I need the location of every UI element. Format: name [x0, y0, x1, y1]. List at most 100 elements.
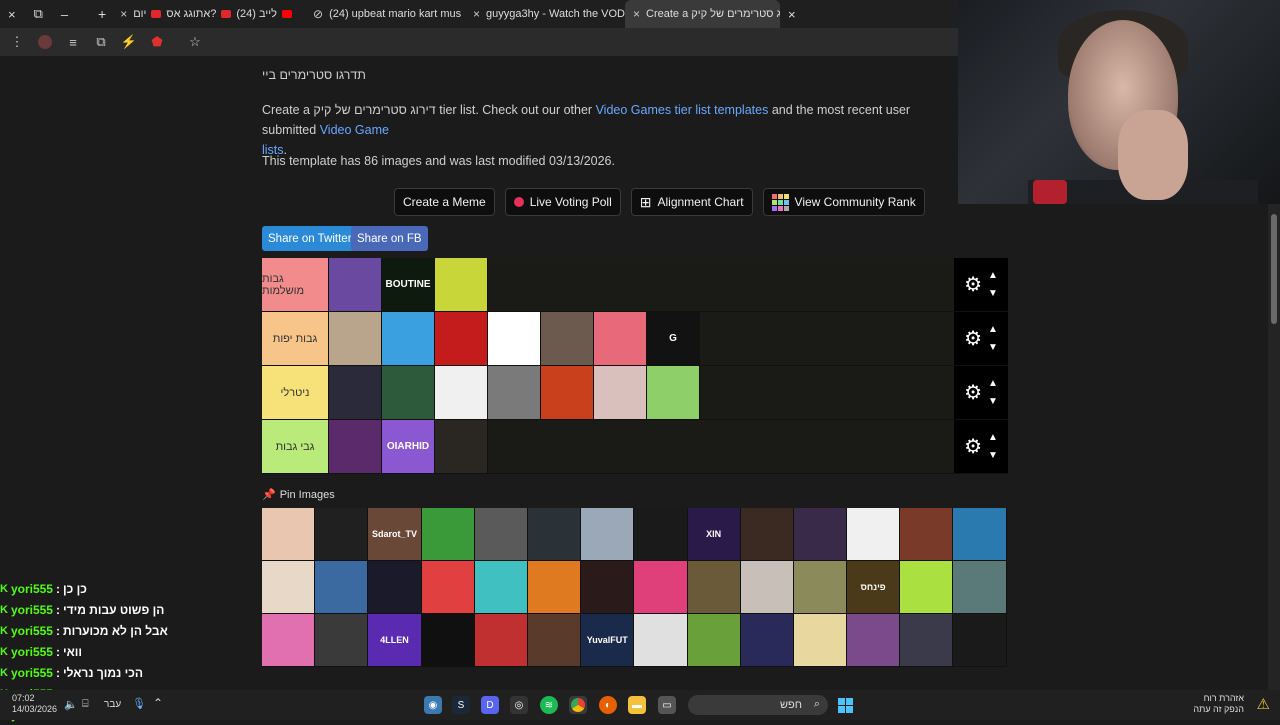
mic-icon[interactable]: 🎙 [132, 697, 146, 710]
tab-kick-vod[interactable]: × guyyga3hy - Watch the VOD on [465, 0, 625, 28]
tier-item-image[interactable] [594, 312, 647, 365]
pool-image[interactable]: Sdarot_TV [368, 508, 422, 561]
move-down-icon[interactable]: ▼ [988, 393, 998, 411]
chat-username[interactable]: yori555 [11, 624, 53, 638]
app-icon-circle[interactable]: ◎ [510, 696, 528, 714]
pool-image[interactable] [421, 508, 475, 561]
extension-icon[interactable]: ⚡ [121, 34, 137, 49]
file-explorer-icon[interactable]: ▬ [628, 696, 646, 714]
pool-image[interactable] [847, 614, 901, 667]
close-tab-icon[interactable]: ⊘ [313, 7, 323, 21]
move-up-icon[interactable]: ▲ [988, 429, 998, 447]
pool-image[interactable] [634, 508, 688, 561]
extensions-icon[interactable]: ⧉ [94, 34, 108, 49]
pool-image[interactable] [527, 561, 582, 614]
shield-icon[interactable]: ⬟ [150, 34, 164, 49]
pool-image[interactable] [740, 508, 794, 561]
tier-item-image[interactable] [594, 366, 647, 419]
chrome-icon[interactable] [569, 696, 587, 714]
tab-group[interactable]: + × יום אתוגג אס? (24) לייב [90, 0, 305, 28]
pool-image[interactable] [527, 508, 582, 561]
tier-item-image[interactable] [541, 312, 594, 365]
pin-images[interactable]: 📌 Pin Images [262, 488, 335, 502]
restore-icon[interactable]: ⧉ [34, 6, 43, 22]
pool-image[interactable]: XIN [687, 508, 741, 561]
tier-item-image[interactable] [435, 258, 488, 311]
pool-image[interactable] [634, 561, 688, 614]
tier-label[interactable]: גבות יפות [262, 312, 329, 365]
system-clock[interactable]: 07:02 14/03/2026 [12, 693, 57, 715]
pool-image[interactable] [474, 561, 528, 614]
pool-image[interactable] [474, 508, 528, 561]
spotify-icon[interactable]: ≋ [540, 696, 558, 714]
tier-item-image[interactable] [329, 312, 382, 365]
tier-item-image[interactable] [435, 312, 488, 365]
tab-tiermaker[interactable]: × Create a דירוג סטרימרים של קיק [625, 0, 780, 28]
pool-image[interactable] [581, 508, 635, 561]
menu-dots-icon[interactable]: ⋮ [10, 34, 24, 49]
pool-image[interactable] [740, 614, 794, 667]
pool-image[interactable] [474, 614, 528, 667]
page-scrollbar[interactable] [1268, 204, 1280, 690]
tier-item-image[interactable]: BOUTINE [382, 258, 435, 311]
pool-image[interactable] [953, 561, 1007, 614]
new-tab-icon[interactable]: + [98, 6, 106, 22]
pool-image[interactable] [900, 508, 954, 561]
alignment-chart-button[interactable]: ⊞ Alignment Chart [630, 188, 753, 216]
warning-icon[interactable]: ⚠ [1257, 695, 1270, 713]
tab-controls[interactable]: × ⧉ – [0, 0, 90, 28]
gear-icon[interactable]: ⚙ [964, 380, 982, 405]
pool-image[interactable] [315, 508, 369, 561]
move-down-icon[interactable]: ▼ [988, 339, 998, 357]
tier-item-image[interactable] [435, 366, 488, 419]
close-tab-icon[interactable]: × [473, 7, 480, 21]
move-up-icon[interactable]: ▲ [988, 321, 998, 339]
tier-item-image[interactable] [541, 366, 594, 419]
live-voting-poll-button[interactable]: Live Voting Poll [504, 188, 621, 216]
pool-image[interactable] [900, 614, 954, 667]
taskbar-search[interactable]: חפש ⌕ [688, 695, 828, 715]
tier-item-image[interactable] [382, 312, 435, 365]
pool-image[interactable] [315, 561, 369, 614]
tab-youtube[interactable]: ⊘ (24) upbeat mario kart mus [305, 0, 465, 28]
firefox-icon[interactable]: ◐ [599, 696, 617, 714]
tier-label[interactable]: גבי גבות [262, 420, 329, 473]
tier-item-image[interactable] [647, 366, 700, 419]
pool-image[interactable] [793, 614, 848, 667]
pool-image[interactable] [687, 614, 741, 667]
pool-image[interactable] [793, 561, 848, 614]
community-rank-button[interactable]: View Community Rank [762, 188, 925, 216]
profile-avatar[interactable] [38, 35, 52, 49]
network-icon[interactable]: ⌸ [82, 698, 89, 711]
chat-username[interactable]: yori555 [11, 645, 53, 659]
move-up-icon[interactable]: ▲ [988, 375, 998, 393]
tier-item-image[interactable] [435, 420, 488, 473]
pool-image[interactable]: פינחס [847, 561, 901, 614]
close-tab-icon[interactable]: × [633, 7, 640, 21]
pool-image[interactable] [368, 561, 422, 614]
chat-username[interactable]: yori555 [11, 603, 53, 617]
weather-notification[interactable]: אזהרת רוח הנפק זה עתה [1193, 693, 1244, 715]
app-icon-window[interactable]: ▭ [658, 696, 676, 714]
close-icon[interactable]: × [8, 7, 16, 22]
reading-list-icon[interactable]: ≡ [66, 35, 80, 50]
share-fb-button[interactable]: Share on FB [351, 226, 428, 251]
chevron-up-icon[interactable]: ⌃ [153, 696, 163, 710]
gear-icon[interactable]: ⚙ [964, 272, 982, 297]
gear-icon[interactable]: ⚙ [964, 434, 982, 459]
pool-image[interactable] [262, 614, 316, 667]
create-meme-button[interactable]: Create a Meme [394, 188, 495, 216]
steam-icon[interactable]: S [452, 696, 470, 714]
pool-image[interactable] [634, 614, 688, 667]
pool-image[interactable] [527, 614, 582, 667]
pool-image[interactable] [953, 614, 1007, 667]
move-up-icon[interactable]: ▲ [988, 267, 998, 285]
windows-start-icon[interactable] [836, 696, 854, 714]
pool-image[interactable] [421, 614, 475, 667]
language-indicator[interactable]: עבר [104, 699, 121, 710]
chat-username[interactable]: yori555 [11, 582, 53, 596]
pool-image[interactable] [421, 561, 475, 614]
pool-image[interactable] [900, 561, 954, 614]
pool-image[interactable] [581, 561, 635, 614]
tier-item-image[interactable]: OIARHID [382, 420, 435, 473]
